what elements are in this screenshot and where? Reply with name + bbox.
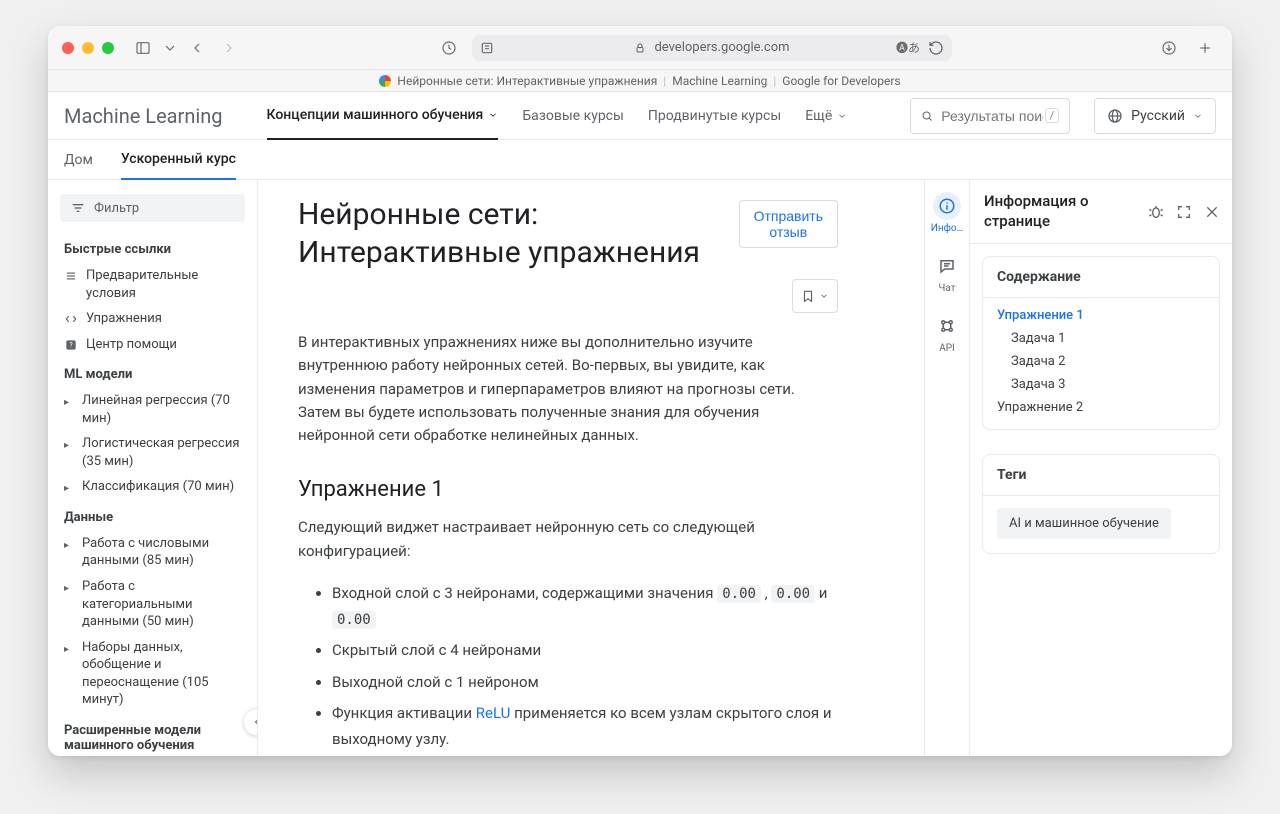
exercise-1-heading: Упражнение 1: [298, 477, 838, 502]
favicon: [379, 75, 391, 87]
right-rail: Инфо… Чат API: [924, 180, 970, 756]
titlebar: developers.google.com 🅐あ: [48, 26, 1232, 70]
page-info-panel: Информация о странице Содержание Упражне…: [970, 180, 1232, 756]
maximize-window-button[interactable]: [102, 42, 114, 54]
search-input[interactable]: [939, 107, 1044, 125]
info-icon: [938, 197, 956, 215]
sidebar-heading-ml-models: ML модели: [48, 357, 257, 388]
sidebar-item-numeric-data[interactable]: ▸Работа с числовыми данными (85 мин): [48, 531, 257, 574]
sidebar-filter[interactable]: Фильтр: [60, 194, 245, 222]
page-title: Нейронные сети: Интерактивные упражнения: [298, 196, 723, 271]
rail-info-button[interactable]: Инфо…: [924, 192, 970, 234]
new-tab-button[interactable]: [1192, 35, 1218, 61]
sidebar-toggle-icon[interactable]: [130, 35, 156, 61]
sidebar-item-datasets[interactable]: ▸Наборы данных, обобщение и переоснащени…: [48, 635, 257, 713]
toc-heading: Содержание: [983, 257, 1219, 298]
toc-task-3[interactable]: Задача 3: [997, 377, 1205, 392]
sidebar-item-categorical-data[interactable]: ▸Работа с категориальными данными (50 ми…: [48, 574, 257, 635]
chevron-right-icon: ▸: [64, 482, 74, 496]
filter-icon: [70, 200, 86, 216]
language-selector[interactable]: Русский: [1094, 98, 1216, 134]
chevron-down-icon: [1193, 111, 1203, 121]
tag-ai-ml[interactable]: AI и машинное обучение: [997, 508, 1171, 539]
relu-link[interactable]: ReLU: [476, 704, 511, 722]
back-button[interactable]: [184, 35, 210, 61]
nav-more[interactable]: Ещё: [805, 92, 847, 140]
bookmark-icon: [801, 289, 815, 303]
secondary-nav: Дом Ускоренный курс: [48, 140, 1232, 180]
close-window-button[interactable]: [62, 42, 74, 54]
tags-card: Теги AI и машинное обучение: [982, 454, 1220, 554]
forward-button[interactable]: [216, 35, 242, 61]
article-scroll[interactable]: Нейронные сети: Интерактивные упражнения…: [258, 180, 924, 756]
chevron-down-icon: [837, 111, 847, 121]
url-host: developers.google.com: [654, 40, 789, 55]
search-icon: [921, 108, 933, 124]
chevron-right-icon: ▸: [64, 439, 74, 453]
sidebar-item-exercises[interactable]: Упражнения: [48, 306, 257, 332]
toc-task-2[interactable]: Задача 2: [997, 354, 1205, 369]
rail-api-button[interactable]: API: [924, 312, 970, 354]
chevron-right-icon: ▸: [64, 396, 74, 410]
translate-icon[interactable]: 🅐あ: [896, 39, 920, 56]
globe-icon: [1107, 108, 1123, 124]
reload-icon[interactable]: [928, 40, 944, 56]
address-bar[interactable]: developers.google.com 🅐あ: [472, 35, 952, 61]
search-shortcut-hint: /: [1045, 108, 1060, 123]
chevron-down-icon: [488, 110, 498, 120]
chevron-right-icon: ▸: [64, 582, 74, 596]
chevron-right-icon: ▸: [64, 539, 74, 553]
toc-task-1[interactable]: Задача 1: [997, 331, 1205, 346]
nav-basic-courses[interactable]: Базовые курсы: [522, 92, 624, 140]
downloads-icon[interactable]: [1156, 35, 1182, 61]
sidebar-heading-quicklinks: Быстрые ссылки: [48, 232, 257, 263]
sidebar-item-prerequisites[interactable]: Предварительные условия: [48, 263, 257, 306]
history-icon[interactable]: [436, 35, 462, 61]
primary-nav: Machine Learning Концепции машинного обу…: [48, 92, 1232, 140]
sidebar-item-help[interactable]: ?Центр помощи: [48, 332, 257, 358]
nav-advanced-courses[interactable]: Продвинутые курсы: [648, 92, 781, 140]
sidebar-heading-data: Данные: [48, 500, 257, 531]
sidebar-item-classification[interactable]: ▸Классификация (70 мин): [48, 474, 257, 500]
chevron-right-icon: ▸: [64, 643, 74, 657]
exercise-1-lead: Следующий виджет настраивает нейронную с…: [298, 516, 838, 563]
panel-title: Информация о странице: [984, 192, 1148, 231]
list-item: Скрытый слой с 4 нейронами: [332, 638, 838, 664]
minimize-window-button[interactable]: [82, 42, 94, 54]
browser-window: developers.google.com 🅐あ Нейронные сети:…: [48, 26, 1232, 756]
sidebar-item-linear-regression[interactable]: ▸Линейная регрессия (70 мин): [48, 388, 257, 431]
article: Нейронные сети: Интерактивные упражнения…: [258, 180, 878, 756]
lock-icon: [634, 42, 646, 54]
chat-icon: [938, 257, 956, 275]
nav-concepts[interactable]: Концепции машинного обучения: [267, 92, 499, 140]
tags-heading: Теги: [983, 455, 1219, 496]
tab-crash-course[interactable]: Ускоренный курс: [121, 140, 236, 180]
list-item: Функция активации ReLU применяется ко вс…: [332, 701, 838, 752]
sidebar-item-logistic-regression[interactable]: ▸Логистическая регрессия (35 мин): [48, 431, 257, 474]
bug-icon[interactable]: [1148, 204, 1164, 220]
bookmark-button[interactable]: [792, 279, 838, 313]
list-item: Входной слой с 3 нейронами, содержащими …: [332, 581, 838, 633]
toc-card: Содержание Упражнение 1 Задача 1 Задача …: [982, 256, 1220, 430]
rail-chat-button[interactable]: Чат: [924, 252, 970, 294]
toc-exercise-2[interactable]: Упражнение 2: [997, 400, 1205, 415]
chevron-down-icon[interactable]: [162, 35, 178, 61]
window-controls: [62, 42, 114, 54]
toc-exercise-1[interactable]: Упражнение 1: [997, 308, 1205, 323]
fullscreen-icon[interactable]: [1176, 204, 1192, 220]
chevron-down-icon: [819, 291, 829, 301]
site-settings-icon[interactable]: [478, 39, 496, 57]
tab-title[interactable]: Нейронные сети: Интерактивные упражнения…: [48, 70, 1232, 92]
exercise-1-config-list: Входной слой с 3 нейронами, содержащими …: [298, 581, 838, 753]
api-icon: [938, 317, 956, 335]
sidebar-heading-advanced: Расширенные модели машинного обучения: [48, 713, 257, 756]
tab-home[interactable]: Дом: [64, 140, 93, 180]
left-sidebar: Фильтр Быстрые ссылки Предварительные ус…: [48, 180, 258, 756]
close-icon[interactable]: [1204, 204, 1220, 220]
intro-paragraph: В интерактивных упражнениях ниже вы допо…: [298, 331, 838, 447]
send-feedback-button[interactable]: Отправить отзыв: [739, 200, 838, 248]
search-box[interactable]: /: [910, 98, 1070, 134]
site-brand[interactable]: Machine Learning: [64, 104, 223, 128]
list-item: Выходной слой с 1 нейроном: [332, 670, 838, 696]
